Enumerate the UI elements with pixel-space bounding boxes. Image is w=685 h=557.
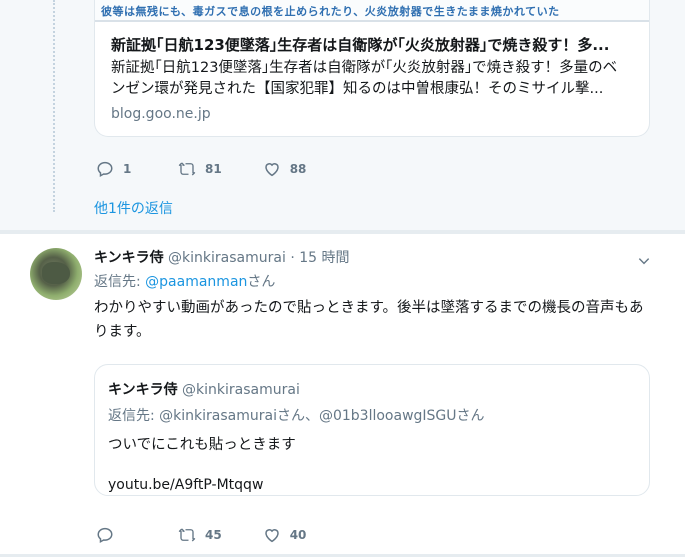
thread-line [53, 0, 55, 212]
reply-button[interactable] [96, 526, 137, 544]
reply-button[interactable]: 1 [96, 160, 137, 178]
retweet-icon [178, 162, 196, 176]
quoted-reply-to: 返信先: @kinkirasamuraiさん、@01b3llooawgISGUさ… [108, 408, 485, 424]
tweet-header: キンキラ侍 @kinkirasamurai · 15 時間 [94, 247, 349, 267]
header-separator: · [290, 250, 295, 266]
show-more-replies-link[interactable]: 他1件の返信 [94, 198, 173, 218]
tweet-text: わかりやすい動画があったので貼っときます。後半は墜落するまでの機長の音声もありま… [94, 300, 644, 340]
retweet-count: 45 [205, 528, 222, 542]
reply-to-mention[interactable]: @paamanman [145, 274, 247, 290]
reply-to-label: 返信先: [94, 274, 146, 290]
retweet-count: 81 [205, 162, 222, 176]
reply-to-suffix: さん [247, 274, 276, 290]
reply-tweet: キンキラ侍 @kinkirasamurai · 15 時間 返信先: @paam… [0, 234, 685, 554]
quoted-display-name: キンキラ侍 [108, 382, 178, 398]
like-count: 40 [289, 528, 307, 542]
retweet-button[interactable]: 81 [178, 160, 222, 178]
reply-to-line: 返信先: @paamanmanさん [94, 271, 275, 291]
avatar-photo [42, 262, 70, 284]
like-icon [264, 529, 279, 543]
reply-icon [97, 161, 113, 178]
reply-tweet-actions: 45 40 [96, 526, 347, 544]
like-button[interactable]: 40 [263, 526, 307, 544]
timestamp[interactable]: 15 時間 [299, 250, 349, 266]
like-button[interactable]: 88 [263, 160, 307, 178]
card-image-divider [95, 20, 649, 22]
retweet-icon [178, 528, 196, 542]
card-domain: blog.goo.ne.jp [111, 106, 211, 122]
card-image-caption: 彼等は無残にも、毒ガスで息の根を止められたり、火炎放射器で生きたまま焼かれていた [101, 5, 560, 18]
chevron-down-icon[interactable] [637, 254, 651, 268]
like-icon [264, 163, 279, 177]
reply-icon [97, 527, 113, 544]
card-image[interactable]: 彼等は無残にも、毒ガスで息の根を止められたり、火炎放射器で生きたまま焼かれていた [95, 0, 649, 22]
quoted-tweet-link[interactable]: youtu.be/A9ftP-Mtqqw [108, 477, 263, 493]
reply-count: 1 [123, 162, 132, 176]
avatar[interactable] [30, 248, 82, 300]
retweet-button[interactable]: 45 [178, 526, 222, 544]
card-description: 新証拠｢日航123便墜落｣生存者は自衛隊が｢火炎放射器｣で焼き殺す！多量のベンゼ… [111, 60, 618, 97]
parent-tweet: 彼等は無残にも、毒ガスで息の根を止められたり、火炎放射器で生きたまま焼かれていた… [0, 0, 685, 230]
user-handle[interactable]: @kinkirasamurai [168, 250, 286, 266]
display-name[interactable]: キンキラ侍 [94, 250, 164, 266]
quoted-user-handle: @kinkirasamurai [182, 382, 300, 398]
quoted-tweet[interactable]: キンキラ侍 @kinkirasamurai 返信先: @kinkirasamur… [94, 364, 650, 496]
parent-tweet-actions: 1 81 88 [96, 160, 347, 178]
quoted-tweet-header: キンキラ侍 @kinkirasamurai [108, 379, 300, 399]
link-card[interactable]: 彼等は無残にも、毒ガスで息の根を止められたり、火炎放射器で生きたまま焼かれていた… [94, 0, 650, 137]
card-title[interactable]: 新証拠｢日航123便墜落｣生存者は自衛隊が｢火炎放射器｣で焼き殺す！多... [111, 34, 631, 55]
like-count: 88 [289, 162, 307, 176]
quoted-tweet-text: ついでにこれも貼っときます [108, 437, 296, 453]
